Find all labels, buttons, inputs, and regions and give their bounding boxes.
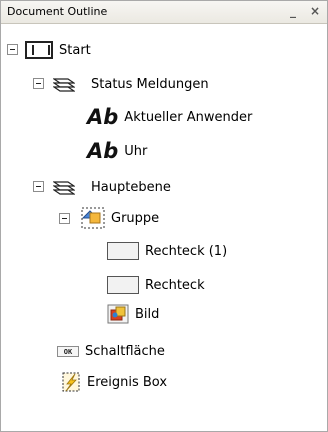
tree-item-gruppe[interactable]: Gruppe	[81, 206, 159, 230]
rectangle-icon	[107, 276, 139, 294]
collapse-status-meldungen-toggle[interactable]	[33, 78, 44, 89]
group-icon	[81, 207, 105, 229]
layers-icon	[53, 78, 75, 92]
tree-item-label: Rechteck (1)	[145, 243, 228, 259]
tree-item-label: Status Meldungen	[91, 76, 209, 92]
tree-item-label: Gruppe	[111, 210, 160, 226]
tree-item-bild[interactable]: Bild	[107, 302, 159, 326]
tree-item-aktueller-anwender[interactable]: Ab Aktueller Anwender	[87, 105, 252, 129]
tree-item-label: Ereignis Box	[87, 374, 168, 390]
tree-item-label: Hauptebene	[91, 179, 171, 195]
minimize-button[interactable]: _	[286, 3, 300, 19]
rectangle-icon	[107, 242, 139, 260]
tree-item-status-meldungen[interactable]: Status Meldungen	[53, 72, 209, 96]
panel-title: Document Outline	[7, 5, 108, 18]
tree-item-label: Start	[59, 42, 91, 58]
tree-item-label: Uhr	[124, 143, 148, 159]
text-ab-icon: Ab	[87, 105, 119, 129]
tree-item-schaltflaeche[interactable]: OK Schaltfläche	[57, 339, 165, 363]
tree-item-rechteck[interactable]: Rechteck	[107, 273, 205, 297]
panel-titlebar: Document Outline _ ×	[1, 1, 327, 24]
tree-item-uhr[interactable]: Ab Uhr	[87, 139, 147, 163]
collapse-gruppe-toggle[interactable]	[59, 213, 70, 224]
tree-item-ereignis-box[interactable]: Ereignis Box	[61, 370, 167, 394]
tree-item-label: Aktueller Anwender	[124, 109, 253, 125]
collapse-start-toggle[interactable]	[7, 44, 18, 55]
text-ab-icon: Ab	[87, 139, 119, 163]
tree-item-label: Rechteck	[145, 277, 205, 293]
image-icon	[107, 304, 129, 324]
tree-item-label: Schaltfläche	[85, 343, 165, 359]
event-box-icon	[62, 372, 80, 392]
layout-frame-icon	[25, 41, 53, 59]
close-button[interactable]: ×	[308, 3, 322, 19]
tree-item-hauptebene[interactable]: Hauptebene	[53, 175, 171, 199]
document-outline-panel: Document Outline _ × Start Status Meldun…	[0, 0, 328, 432]
tree-item-label: Bild	[135, 306, 160, 322]
collapse-hauptebene-toggle[interactable]	[33, 181, 44, 192]
tree-item-rechteck-1[interactable]: Rechteck (1)	[107, 239, 227, 263]
layers-icon	[53, 181, 75, 195]
tree-item-start[interactable]: Start	[25, 38, 91, 62]
button-icon: OK	[57, 345, 79, 357]
